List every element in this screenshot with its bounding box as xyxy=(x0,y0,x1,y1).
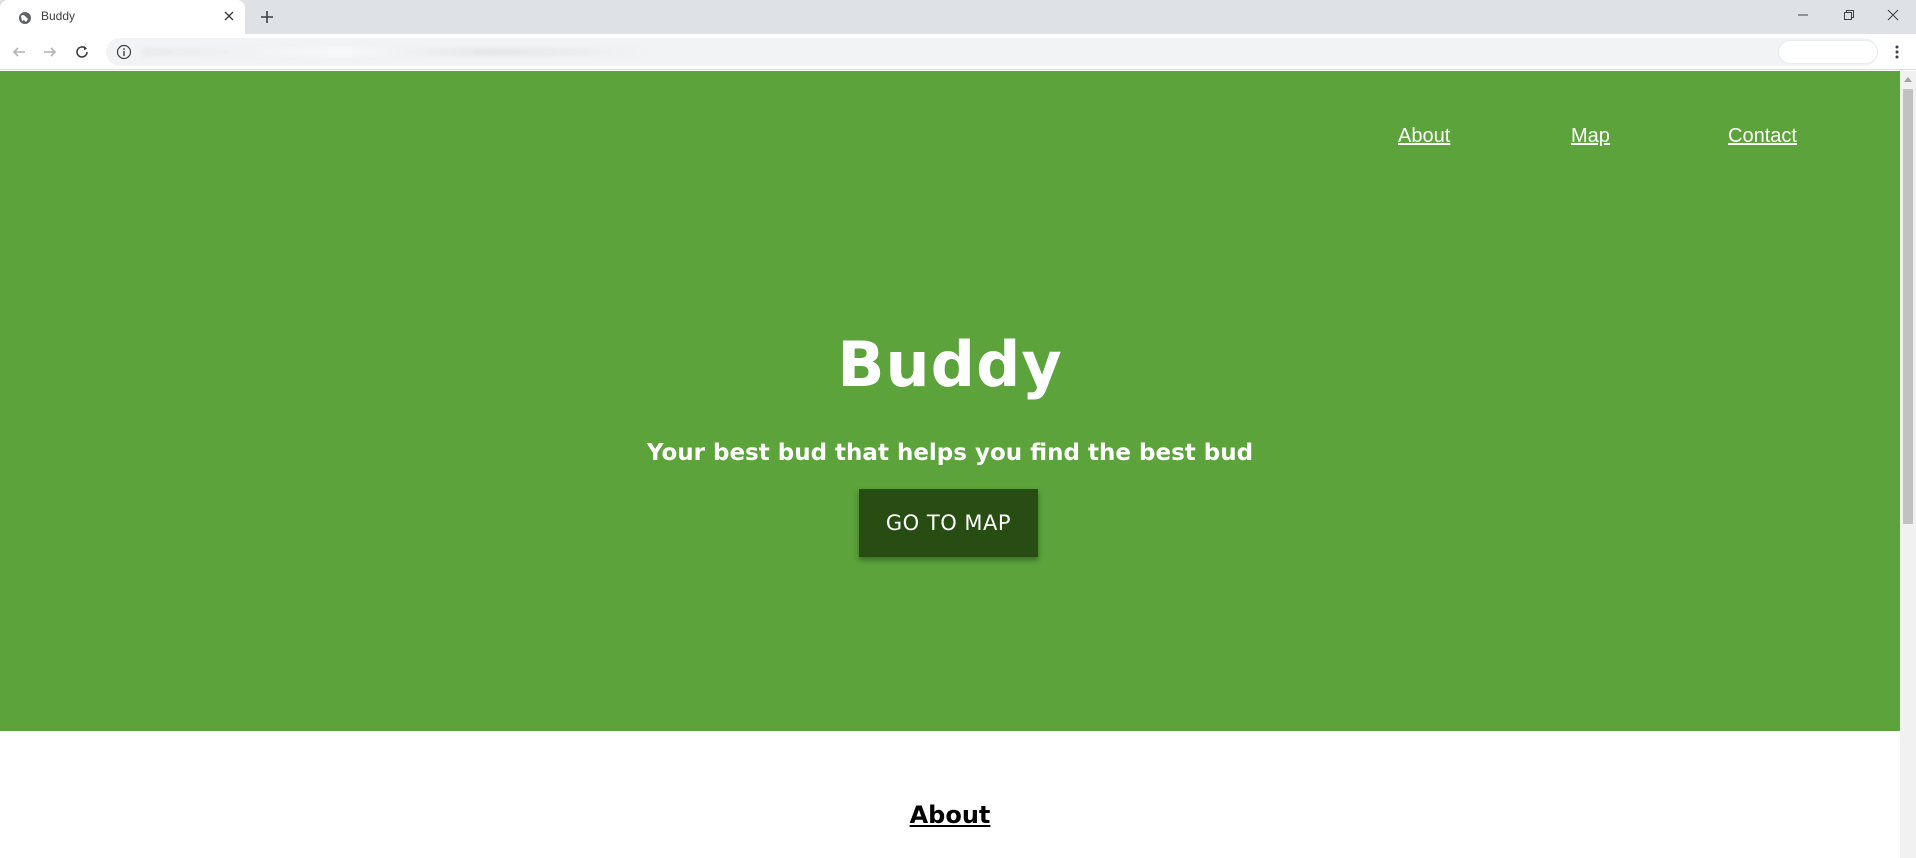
browser-tab[interactable]: Buddy xyxy=(0,0,245,34)
nav-link-map[interactable]: Map xyxy=(1571,125,1610,148)
reload-icon[interactable] xyxy=(71,41,93,63)
hero-section: About Map Contact Buddy Your best bud th… xyxy=(0,71,1900,731)
restore-icon[interactable] xyxy=(1826,0,1872,30)
scrollbar-thumb[interactable] xyxy=(1903,89,1913,524)
browser-toolbar xyxy=(0,34,1916,70)
page-viewport: About Map Contact Buddy Your best bud th… xyxy=(0,71,1900,858)
menu-dots-icon[interactable] xyxy=(1886,41,1908,63)
info-icon[interactable] xyxy=(116,44,132,60)
plus-icon[interactable] xyxy=(256,6,278,28)
nav-link-about[interactable]: About xyxy=(1398,125,1450,148)
minimize-icon[interactable] xyxy=(1780,0,1826,30)
back-icon[interactable] xyxy=(8,41,30,63)
nav-link-contact[interactable]: Contact xyxy=(1728,125,1797,148)
page-scrollbar[interactable] xyxy=(1900,71,1916,858)
window-close-icon[interactable] xyxy=(1870,0,1916,30)
tab-strip: Buddy xyxy=(0,0,1916,34)
about-heading: About xyxy=(909,801,991,829)
globe-icon xyxy=(18,10,32,24)
go-to-map-button[interactable]: GO TO MAP xyxy=(859,489,1038,557)
scroll-up-icon[interactable] xyxy=(1900,71,1916,87)
tab-title: Buddy xyxy=(41,9,76,23)
forward-icon[interactable] xyxy=(39,41,61,63)
close-icon[interactable] xyxy=(220,7,238,25)
omnibox-action-area[interactable] xyxy=(1778,40,1878,64)
hero-subtitle: Your best bud that helps you find the be… xyxy=(646,440,1254,466)
address-bar[interactable] xyxy=(106,38,1878,66)
hero-title: Buddy xyxy=(837,328,1063,401)
url-text-redacted xyxy=(142,48,642,56)
